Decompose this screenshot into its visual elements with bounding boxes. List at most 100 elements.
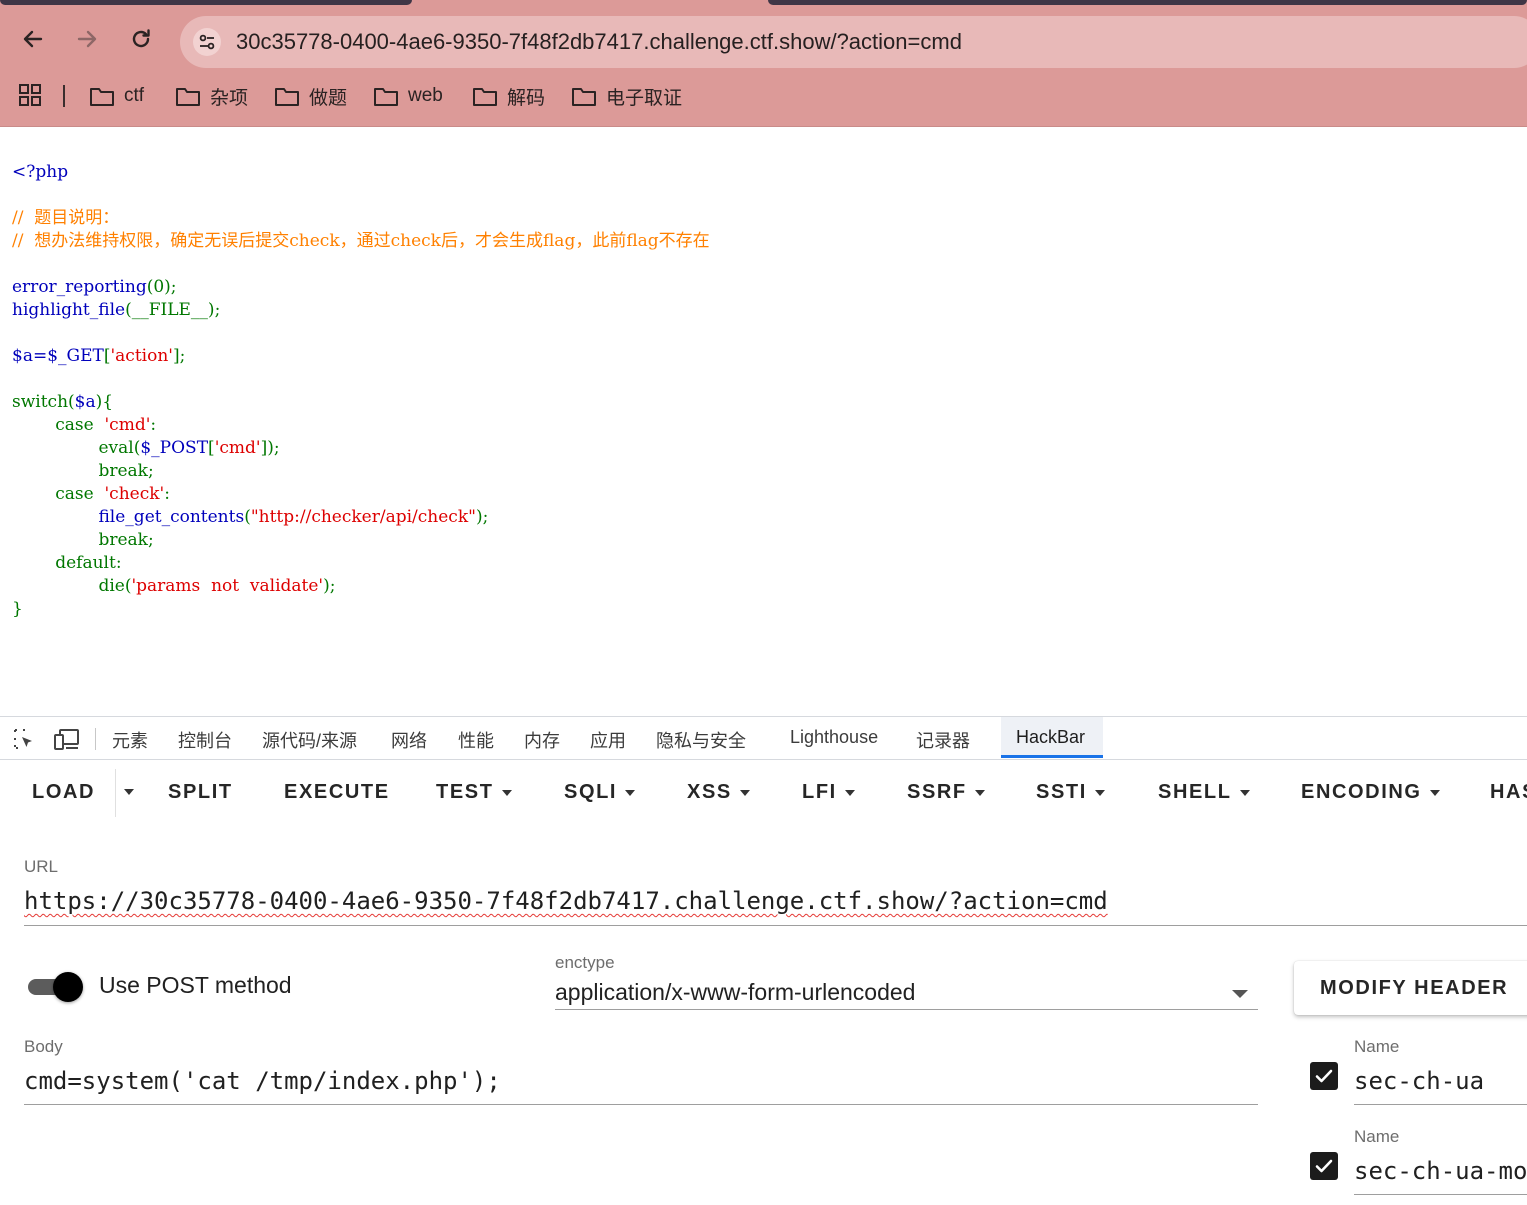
header-checkbox[interactable] [1310,1152,1338,1180]
site-info-button[interactable] [193,28,221,56]
caret-down-icon [1239,789,1250,796]
code-token: ]; [172,346,186,366]
code-token: default: [55,553,122,573]
arrow-right-icon [77,30,97,48]
caret-down-icon [1094,789,1105,796]
address-text[interactable]: 30c35778-0400-4ae6-9350-7f48f2db7417.cha… [236,29,962,55]
tab-performance[interactable]: 性能 [458,727,494,753]
tab-lighthouse[interactable]: Lighthouse [790,727,878,748]
folder-icon [374,88,398,106]
bookmark-folder[interactable]: 做题 [274,82,347,110]
post-method-toggle[interactable] [26,972,84,1002]
header-name-label: Name [1354,1037,1400,1056]
hash-menu[interactable]: HAS [1490,781,1527,804]
sqli-menu[interactable]: SQLI [564,781,636,804]
bookmarks-divider [63,85,65,107]
shell-menu[interactable]: SHELL [1158,781,1250,804]
header-name-input[interactable]: sec-ch-ua [1354,1067,1484,1095]
code-token: 'action' [110,346,173,366]
folder-icon [275,88,299,106]
load-dropdown-button[interactable] [124,789,134,795]
tab-memory[interactable]: 内存 [524,727,560,753]
test-menu[interactable]: TEST [436,781,512,804]
code-comment: // 题目说明： [12,208,120,228]
folder-icon [90,88,114,106]
shell-label: SHELL [1158,781,1232,803]
caret-down-icon [844,789,855,796]
php-source: <?php // 题目说明： // 想办法维持权限，确定无误后提交check，通… [12,161,710,621]
inactive-tab[interactable] [0,0,412,5]
browser-toolbar: 30c35778-0400-4ae6-9350-7f48f2db7417.cha… [0,6,1527,72]
bookmark-folder[interactable]: web [373,82,443,110]
ssti-menu[interactable]: SSTI [1036,781,1105,804]
bookmark-folder[interactable]: 解码 [472,82,545,110]
code-line: <?php [12,162,69,182]
code-token: : [150,415,157,435]
ssti-label: SSTI [1036,781,1087,803]
encoding-menu[interactable]: ENCODING [1301,781,1440,804]
url-underline [24,925,1527,926]
code-token: break; [98,461,154,481]
code-token: : [164,484,170,504]
enctype-underline [555,1009,1258,1010]
back-button[interactable] [20,26,46,52]
bookmark-folder[interactable]: 杂项 [175,82,248,110]
code-token: ( [68,392,75,412]
tab-recorder[interactable]: 记录器 [916,727,970,753]
inspect-element-button[interactable] [12,727,36,755]
load-button[interactable]: LOAD [32,781,95,804]
body-input[interactable]: cmd=system('cat /tmp/index.php'); [24,1067,501,1095]
device-toolbar-button[interactable] [54,727,80,755]
code-token: case [55,484,94,504]
tab-network[interactable]: 网络 [391,727,427,753]
bookmark-folder[interactable]: ctf [89,82,144,110]
caret-down-icon [1429,789,1440,796]
apps-button[interactable] [19,84,41,110]
folder-icon [473,88,497,106]
post-method-label: Use POST method [99,972,292,998]
folder-icon [572,88,596,106]
code-token: die( [98,576,132,596]
tab-application[interactable]: 应用 [590,727,626,753]
check-icon [1315,1069,1333,1083]
enctype-select[interactable]: application/x-www-form-urlencoded [555,979,915,1006]
ssrf-menu[interactable]: SSRF [907,781,985,804]
code-token: ( [244,507,251,527]
modify-header-button[interactable]: MODIFY HEADER [1294,961,1527,1015]
test-label: TEST [436,781,494,803]
tab-elements[interactable]: 元素 [112,727,148,753]
forward-button[interactable] [74,26,100,52]
bookmark-label: 杂项 [210,87,249,109]
address-bar[interactable]: 30c35778-0400-4ae6-9350-7f48f2db7417.cha… [180,16,1527,68]
modify-header-label: MODIFY HEADER [1320,976,1509,999]
tab-hackbar[interactable]: HackBar [1016,727,1085,748]
header-name-input[interactable]: sec-ch-ua-mo [1354,1157,1527,1185]
code-token: 'cmd' [104,415,151,435]
bookmark-folder[interactable]: 电子取证 [571,82,682,110]
device-toggle-icon [54,729,79,750]
reload-button[interactable] [128,26,154,52]
lfi-menu[interactable]: LFI [802,781,855,804]
code-token: file_get_contents [98,507,245,527]
tab-console[interactable]: 控制台 [178,727,232,753]
code-token: $a [74,392,96,412]
inactive-tab[interactable] [768,0,1527,5]
toggle-knob [53,972,83,1002]
execute-button[interactable]: EXECUTE [284,781,390,804]
tab-sources[interactable]: 源代码/来源 [262,727,357,753]
code-token: ){ [95,392,114,412]
code-token: 'params not validate' [131,576,324,596]
folder-icon [176,88,200,106]
tune-icon [199,34,215,50]
xss-menu[interactable]: XSS [687,781,750,804]
check-icon [1315,1159,1333,1173]
dropdown-arrow-icon[interactable] [1232,990,1248,998]
header-checkbox[interactable] [1310,1062,1338,1090]
menu-divider [115,769,116,817]
tab-privacy-security[interactable]: 隐私与安全 [656,727,746,753]
url-input[interactable]: https://30c35778-0400-4ae6-9350-7f48f2db… [24,887,1108,915]
bookmark-label: ctf [124,85,145,106]
body-underline [24,1104,1258,1105]
bookmark-label: 解码 [507,87,546,109]
split-button[interactable]: SPLIT [168,781,233,804]
